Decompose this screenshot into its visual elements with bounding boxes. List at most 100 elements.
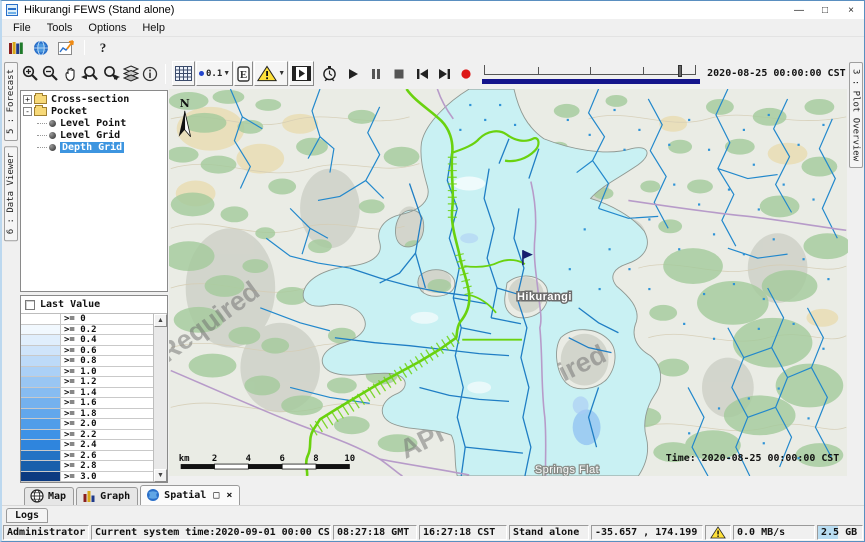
tree-item-depth-grid[interactable]: Depth Grid — [23, 141, 167, 153]
layers-button[interactable] — [122, 61, 140, 86]
tree-item-label[interactable]: Cross-section — [51, 94, 129, 105]
warning-dropdown-button[interactable]: ▼ — [254, 61, 288, 86]
time-slider-handle[interactable] — [678, 65, 682, 77]
play-icon — [347, 68, 359, 80]
animation-settings-button[interactable] — [320, 61, 339, 86]
tab-graph[interactable]: Graph — [76, 487, 138, 505]
zoom-next-icon — [102, 65, 120, 82]
help-button[interactable]: ? — [92, 38, 114, 57]
step-backward-button[interactable] — [415, 61, 430, 86]
tree-expander-icon[interactable]: + — [23, 95, 32, 104]
menu-options[interactable]: Options — [81, 21, 133, 35]
legend-value-label: >= 0.4 — [61, 335, 153, 345]
status-text: -35.657 , 174.199 — [595, 527, 697, 538]
legend-row[interactable]: >= 1.6 — [21, 398, 153, 409]
tree-item-level-point[interactable]: Level Point — [23, 117, 167, 129]
town-label: Hikurangi — [517, 291, 572, 303]
legend-color-swatch — [21, 409, 61, 419]
logs-tab[interactable]: Logs — [6, 508, 48, 523]
tree-item-label[interactable]: Level Point — [60, 118, 126, 129]
legend-row[interactable]: >= 2.2 — [21, 430, 153, 441]
status-cell-8: 2.5 GB — [817, 525, 863, 540]
legend-row[interactable]: >= 2.4 — [21, 440, 153, 451]
tab-data-viewer[interactable]: 6 : Data Viewer — [4, 146, 18, 241]
tab-restore-icon[interactable]: □ — [213, 490, 219, 501]
globe-icon — [33, 40, 49, 56]
logs-browser-button[interactable] — [5, 38, 27, 57]
legend-row[interactable]: >= 1.0 — [21, 367, 153, 378]
menu-tools[interactable]: Tools — [40, 21, 80, 35]
legend-row[interactable]: >= 0.8 — [21, 356, 153, 367]
tree-item-label[interactable]: Level Grid — [60, 130, 120, 141]
pan-button[interactable] — [61, 61, 79, 86]
map-canvas[interactable]: API Key Required API Key Required — [169, 89, 848, 476]
node-bullet-icon — [49, 132, 56, 139]
tree-item-pocket[interactable]: - Pocket — [23, 105, 167, 117]
legend-value-label: >= 0.2 — [61, 325, 153, 335]
record-button[interactable] — [459, 61, 473, 86]
legend-row[interactable]: >= 1.8 — [21, 409, 153, 420]
tree-item-label[interactable]: Pocket — [51, 106, 87, 117]
legend-value-label: >= 0 — [61, 314, 153, 324]
legend-value-label: >= 1.8 — [61, 409, 153, 419]
tree-item-level-grid[interactable]: Level Grid — [23, 129, 167, 141]
time-slider[interactable] — [482, 62, 700, 86]
last-value-checkbox[interactable] — [25, 300, 35, 310]
legend-row[interactable]: >= 2.0 — [21, 419, 153, 430]
app-logo-icon — [6, 4, 18, 16]
pause-button[interactable] — [369, 61, 383, 86]
scale-tick: 8 — [313, 454, 318, 464]
movie-player-button[interactable] — [289, 61, 314, 86]
zoom-next-button[interactable] — [101, 61, 121, 86]
exit-grid-button[interactable]: E — [234, 61, 253, 86]
bottom-tab-bar: MapGraphSpatial□× — [2, 484, 864, 505]
step-forward-button[interactable] — [437, 61, 452, 86]
grid-display-button[interactable] — [172, 61, 195, 86]
tree-item-label[interactable]: Depth Grid — [60, 142, 124, 153]
legend-row[interactable]: >= 0.4 — [21, 335, 153, 346]
legend-row[interactable]: >= 0.2 — [21, 325, 153, 336]
info-button[interactable] — [141, 61, 159, 86]
zoom-previous-button[interactable] — [80, 61, 100, 86]
legend-row[interactable]: >= 0 — [21, 314, 153, 325]
threshold-value-dropdown[interactable]: 0.1 ▼ — [196, 61, 233, 86]
maximize-button[interactable]: □ — [812, 1, 838, 19]
legend-row[interactable]: >= 1.2 — [21, 377, 153, 388]
graph-bars-icon — [82, 489, 96, 503]
record-icon — [460, 68, 472, 80]
scroll-down-icon[interactable]: ▼ — [154, 469, 167, 482]
legend-row[interactable]: >= 1.4 — [21, 388, 153, 399]
spatial-globe-icon — [146, 488, 160, 502]
tab-spatial[interactable]: Spatial□× — [140, 485, 240, 505]
legend-row[interactable]: >= 0.6 — [21, 346, 153, 357]
tab-forecast[interactable]: 5 : Forecast — [4, 62, 18, 141]
play-button[interactable] — [346, 61, 360, 86]
menu-help[interactable]: Help — [135, 21, 172, 35]
tab-close-icon[interactable]: × — [226, 490, 232, 501]
spatial-map[interactable]: API Key Required API Key Required — [169, 89, 847, 484]
legend-scrollbar[interactable]: ▲ ▼ — [153, 314, 167, 482]
threshold-dot-icon — [199, 71, 204, 76]
legend-row[interactable]: >= 2.6 — [21, 451, 153, 462]
legend-row[interactable]: >= 2.8 — [21, 461, 153, 472]
minimize-button[interactable]: — — [786, 1, 812, 19]
info-icon — [142, 66, 158, 82]
tree-expander-icon[interactable]: - — [23, 107, 32, 116]
tab-plot-overview[interactable]: 3 : Plot Overview — [849, 62, 863, 168]
stopwatch-icon — [321, 65, 338, 82]
tree-item-cross-section[interactable]: + Cross-section — [23, 93, 167, 105]
stop-button[interactable] — [392, 61, 406, 86]
zoom-out-button[interactable] — [41, 61, 60, 86]
scroll-up-icon[interactable]: ▲ — [154, 314, 167, 327]
timeseries-display-button[interactable] — [55, 38, 77, 57]
menu-file[interactable]: File — [6, 21, 38, 35]
legend-row[interactable]: >= 3.0 — [21, 472, 153, 483]
layers-icon — [123, 65, 139, 82]
spatial-display-button[interactable] — [30, 38, 52, 57]
zoom-in-button[interactable] — [21, 61, 40, 86]
help-icon: ? — [100, 40, 107, 56]
status-cell-7: 0.0 MB/s — [733, 525, 815, 540]
legend-value-label: >= 2.0 — [61, 419, 153, 429]
tab-map[interactable]: Map — [24, 487, 74, 505]
close-button[interactable]: × — [838, 1, 864, 19]
